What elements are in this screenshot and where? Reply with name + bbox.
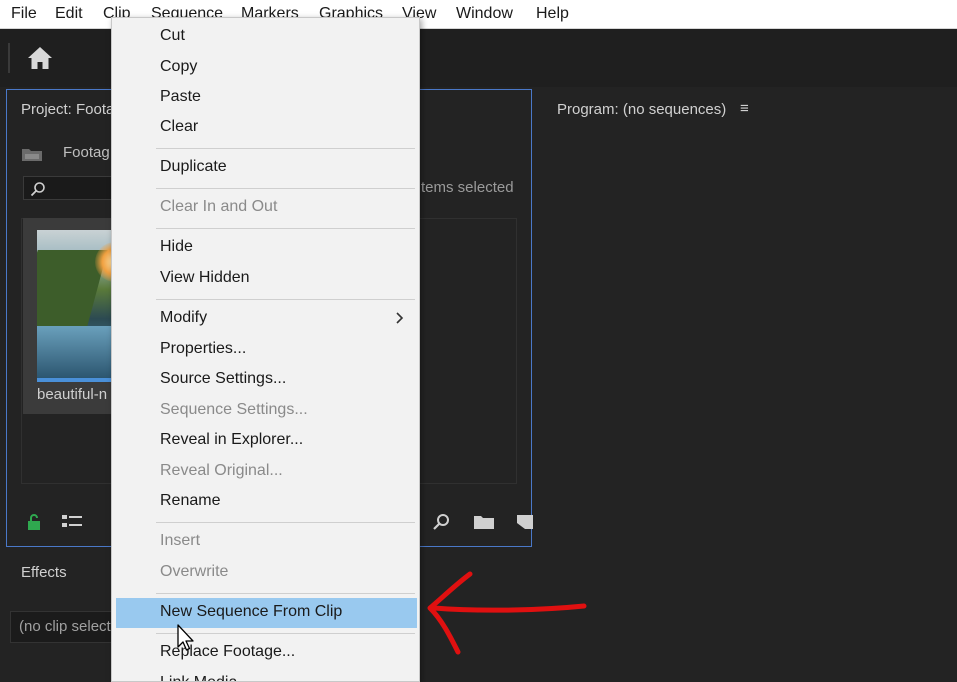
menu-item-label: View Hidden <box>160 269 250 286</box>
drag-grip[interactable] <box>8 43 10 73</box>
menu-item-reveal-explorer[interactable]: Reveal in Explorer... <box>116 426 417 456</box>
project-panel-title[interactable]: Project: Foota <box>21 101 114 118</box>
find-icon[interactable] <box>431 513 453 531</box>
menu-item-label: Link Media... <box>160 674 251 681</box>
menu-separator <box>156 522 415 523</box>
menu-item-clear-in-out: Clear In and Out <box>116 193 417 223</box>
menu-item-label: Clear <box>160 118 199 135</box>
effects-clip-field: (no clip select <box>10 611 120 643</box>
menu-item-duplicate[interactable]: Duplicate <box>116 153 417 183</box>
menu-item-copy[interactable]: Copy <box>116 53 417 83</box>
menu-help[interactable]: Help <box>536 5 569 23</box>
menu-separator <box>156 188 415 189</box>
chevron-right-icon <box>396 312 404 324</box>
list-view-icon[interactable] <box>61 513 83 531</box>
clip-name-label: beautiful-n <box>37 386 108 403</box>
menu-separator <box>156 299 415 300</box>
menu-item-label: Hide <box>160 238 193 255</box>
menu-item-hide[interactable]: Hide <box>116 233 417 263</box>
bin-folder-icon <box>22 149 42 161</box>
menu-item-label: Paste <box>160 88 201 105</box>
menu-file[interactable]: File <box>11 5 37 23</box>
menu-item-label: Clear In and Out <box>160 198 278 215</box>
menu-item-properties[interactable]: Properties... <box>116 335 417 365</box>
menu-separator <box>156 148 415 149</box>
new-item-icon[interactable] <box>515 513 537 531</box>
menu-item-label: Copy <box>160 58 198 75</box>
menu-window[interactable]: Window <box>456 5 513 23</box>
menu-item-clear[interactable]: Clear <box>116 113 417 143</box>
annotation-arrow-icon <box>427 571 587 655</box>
menu-separator <box>156 593 415 594</box>
menu-item-label: Source Settings... <box>160 370 287 387</box>
menu-edit[interactable]: Edit <box>55 5 83 23</box>
mouse-cursor-icon <box>177 624 194 651</box>
menu-item-label: Duplicate <box>160 158 227 175</box>
lock-icon[interactable] <box>23 513 45 531</box>
menu-item-label: Insert <box>160 532 201 549</box>
bin-name[interactable]: Footag <box>63 144 110 161</box>
effects-field-text: (no clip select <box>19 618 111 635</box>
menu-item-view-hidden[interactable]: View Hidden <box>116 264 417 294</box>
menu-item-label: Reveal in Explorer... <box>160 431 304 448</box>
menu-item-label: Properties... <box>160 340 247 357</box>
effects-panel-title[interactable]: Effects <box>21 564 67 581</box>
search-icon <box>30 182 45 197</box>
context-menu: Cut Copy Paste Clear Duplicate Clear In … <box>111 17 420 682</box>
menu-item-label: Rename <box>160 492 221 509</box>
panel-menu-icon[interactable]: ≡ <box>740 100 749 117</box>
menu-item-modify[interactable]: Modify <box>116 304 417 334</box>
menu-item-label: Overwrite <box>160 563 229 580</box>
menu-item-label: New Sequence From Clip <box>160 603 343 620</box>
menu-item-link-media[interactable]: Link Media... <box>116 669 417 681</box>
items-selected-count: tems selected <box>421 179 514 196</box>
menu-item-sequence-settings: Sequence Settings... <box>116 396 417 426</box>
menu-item-source-settings[interactable]: Source Settings... <box>116 365 417 395</box>
menu-item-insert: Insert <box>116 527 417 557</box>
menu-item-label: Modify <box>160 309 208 326</box>
menu-item-label: Reveal Original... <box>160 462 283 479</box>
menu-item-overwrite: Overwrite <box>116 558 417 588</box>
menu-item-paste[interactable]: Paste <box>116 83 417 113</box>
new-bin-icon[interactable] <box>473 513 495 531</box>
menu-separator <box>156 228 415 229</box>
menu-item-label: Sequence Settings... <box>160 401 308 418</box>
menu-item-replace-footage[interactable]: Replace Footage... <box>116 638 417 668</box>
menu-item-cut[interactable]: Cut <box>116 22 417 52</box>
menu-item-rename[interactable]: Rename <box>116 487 417 517</box>
home-icon[interactable] <box>26 44 54 72</box>
menu-item-label: Cut <box>160 27 185 44</box>
menu-item-reveal-original: Reveal Original... <box>116 457 417 487</box>
program-panel-title[interactable]: Program: (no sequences) <box>557 101 726 118</box>
program-monitor-panel: Program: (no sequences) ≡ <box>540 89 957 682</box>
menu-item-new-sequence-from-clip[interactable]: New Sequence From Clip <box>116 598 417 628</box>
